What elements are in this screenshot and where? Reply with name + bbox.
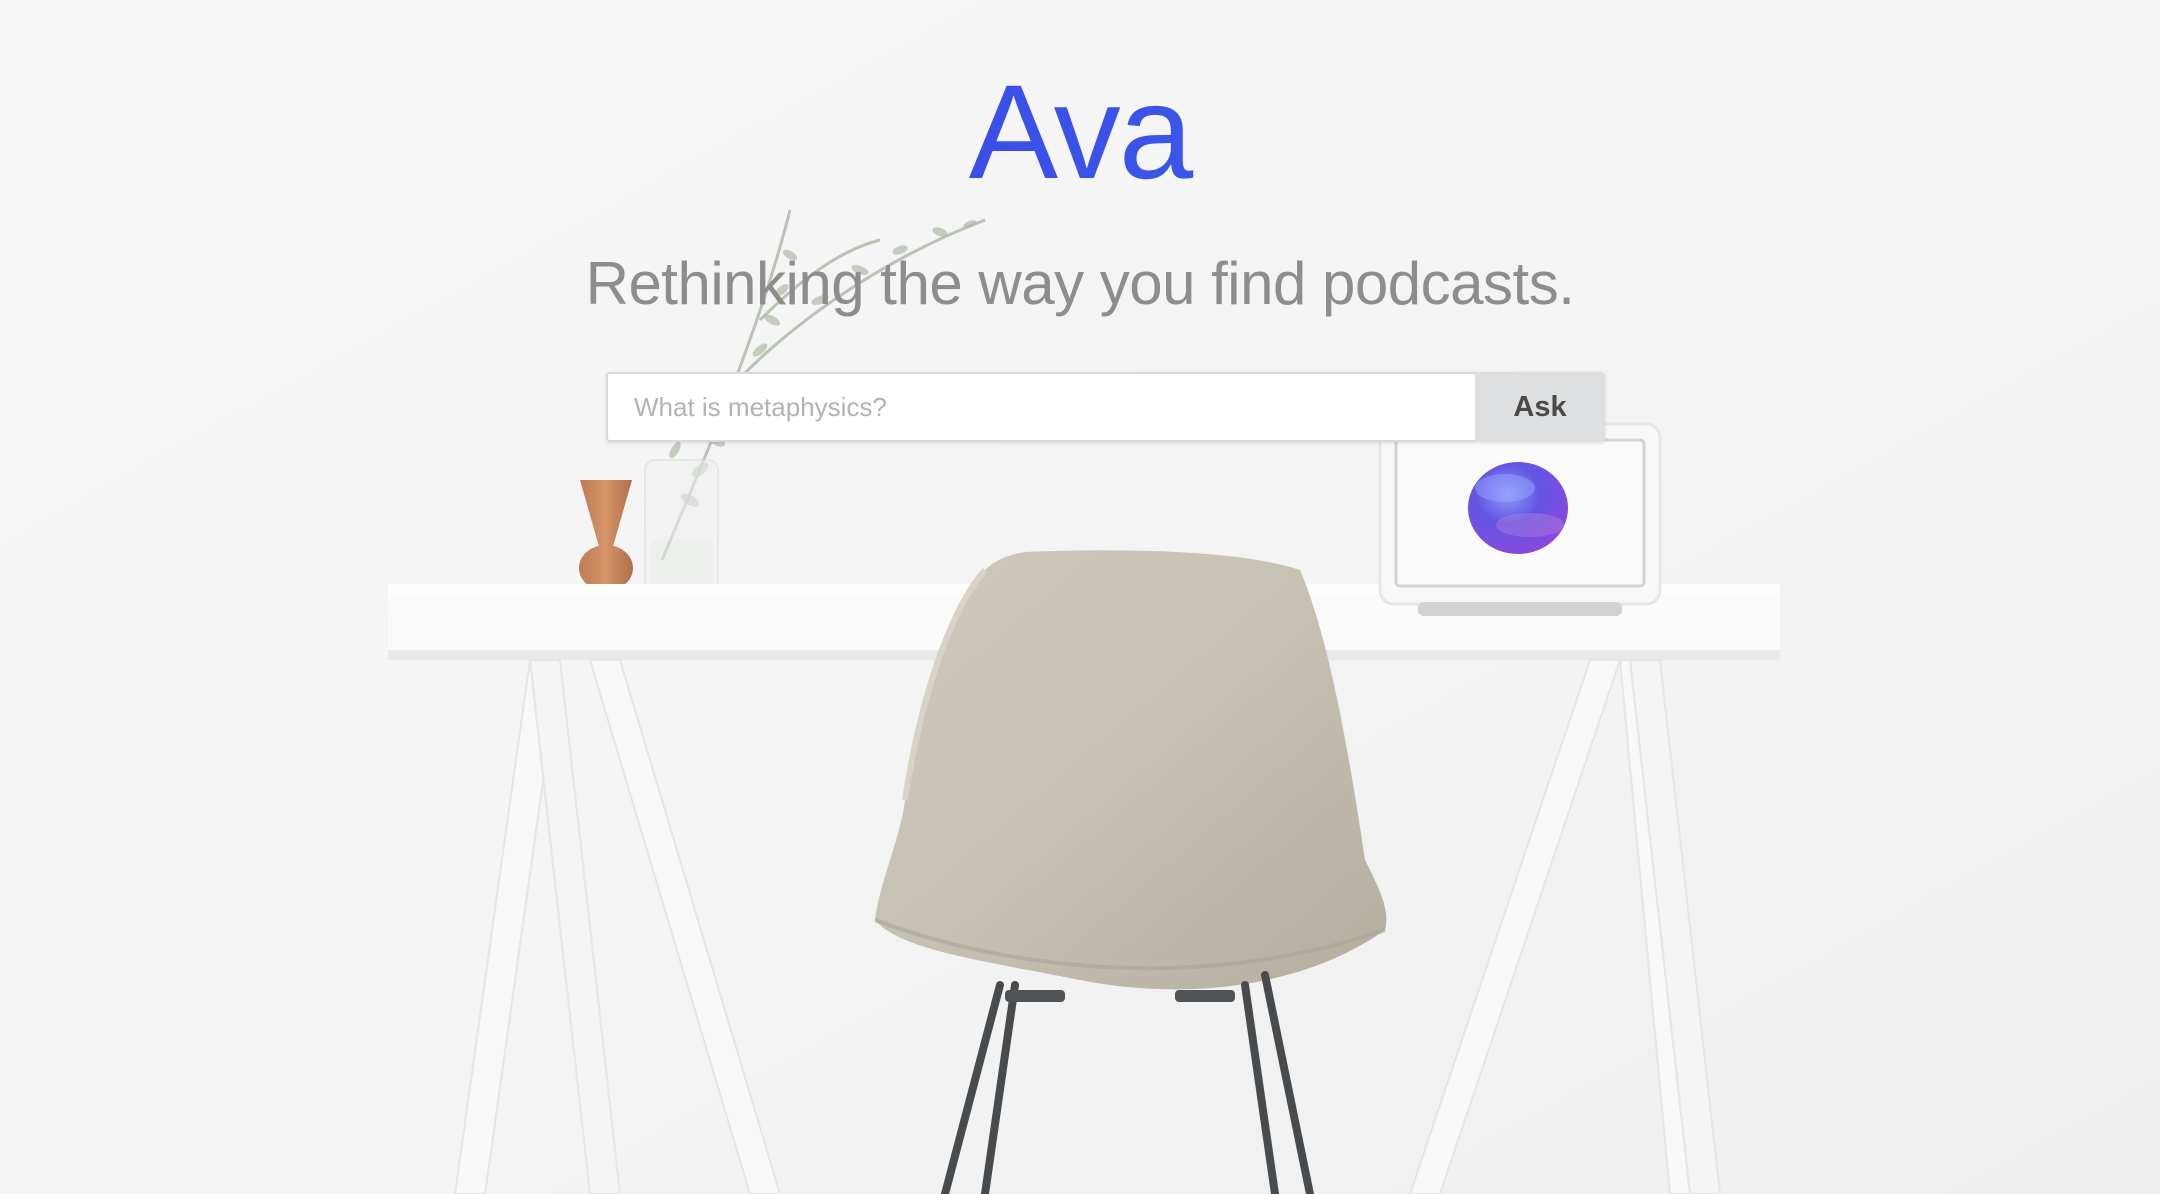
tagline: Rethinking the way you find podcasts. bbox=[585, 250, 1575, 317]
search-form: Ask bbox=[606, 372, 1605, 442]
ask-button[interactable]: Ask bbox=[1475, 372, 1605, 442]
search-input[interactable] bbox=[606, 372, 1475, 442]
app-title: Ava bbox=[0, 58, 2160, 208]
